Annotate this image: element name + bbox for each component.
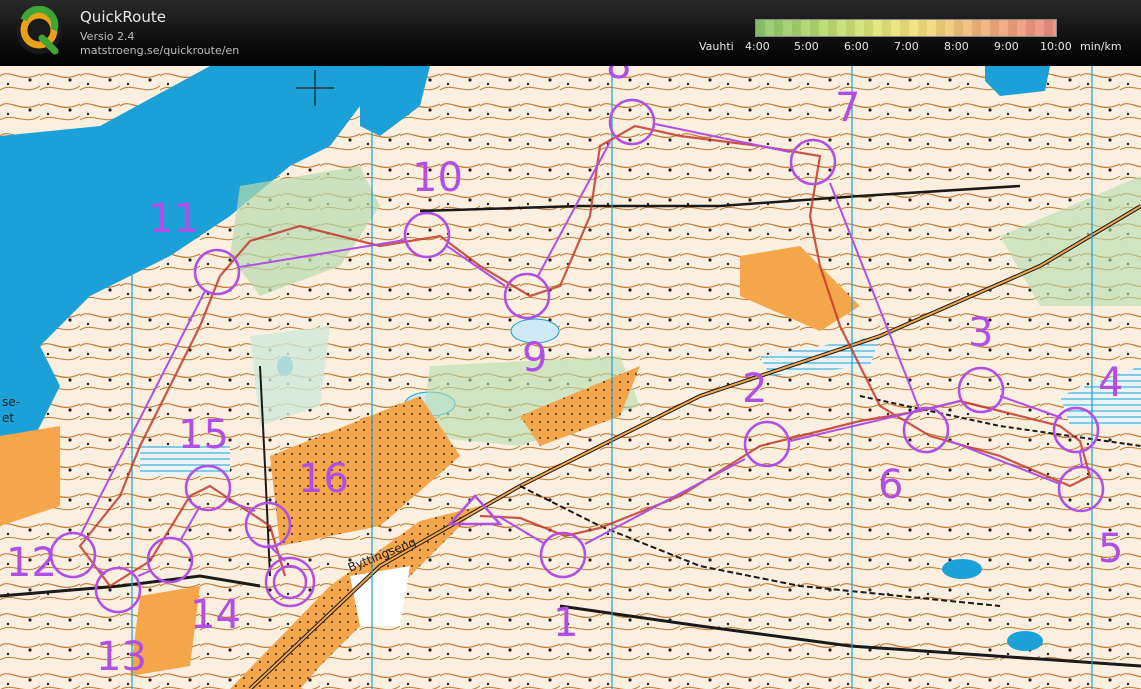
control-number-13: 13 — [96, 634, 147, 680]
pace-tick: 6:00 — [844, 40, 869, 53]
app-title: QuickRoute — [80, 8, 166, 26]
control-number-2: 2 — [742, 366, 767, 412]
control-number-6: 6 — [878, 462, 903, 508]
control-number-10: 10 — [412, 155, 463, 201]
control-number-5: 5 — [1098, 526, 1123, 572]
control-number-16: 16 — [298, 456, 349, 502]
pace-unit: min/km — [1080, 40, 1122, 53]
pace-tick: 5:00 — [794, 40, 819, 53]
control-number-8: 8 — [606, 66, 631, 88]
orienteering-map[interactable]: 1 2 3 4 5 6 7 8 9 10 11 12 13 14 15 16 B… — [0, 66, 1141, 689]
control-number-4: 4 — [1098, 360, 1123, 406]
pace-tick: 8:00 — [944, 40, 969, 53]
control-number-3: 3 — [968, 310, 993, 356]
app-version: Versio 2.4 — [80, 30, 135, 43]
quickroute-logo-icon — [16, 6, 62, 55]
control-number-12: 12 — [6, 540, 57, 586]
pace-color-bar — [755, 19, 1057, 37]
pace-tick: 10:00 — [1040, 40, 1072, 53]
pace-label: Vauhti — [699, 40, 734, 53]
edge-label-1: se- — [2, 395, 20, 409]
map-canvas[interactable]: 1 2 3 4 5 6 7 8 9 10 11 12 13 14 15 16 B… — [0, 66, 1141, 689]
control-number-15: 15 — [178, 412, 229, 458]
app-header: QuickRoute Versio 2.4 matstroeng.se/quic… — [0, 0, 1141, 66]
control-number-1: 1 — [553, 600, 578, 646]
pace-tick: 4:00 — [745, 40, 770, 53]
pace-tick: 9:00 — [994, 40, 1019, 53]
edge-label-2: et — [2, 411, 14, 425]
pace-tick: 7:00 — [894, 40, 919, 53]
control-number-9: 9 — [522, 335, 547, 381]
control-number-14: 14 — [190, 592, 241, 638]
pond-1 — [942, 559, 982, 579]
pond-2 — [1007, 631, 1043, 651]
app-url[interactable]: matstroeng.se/quickroute/en — [80, 44, 239, 57]
control-number-11: 11 — [148, 196, 199, 242]
white-area — [350, 566, 410, 626]
control-number-7: 7 — [835, 85, 860, 131]
